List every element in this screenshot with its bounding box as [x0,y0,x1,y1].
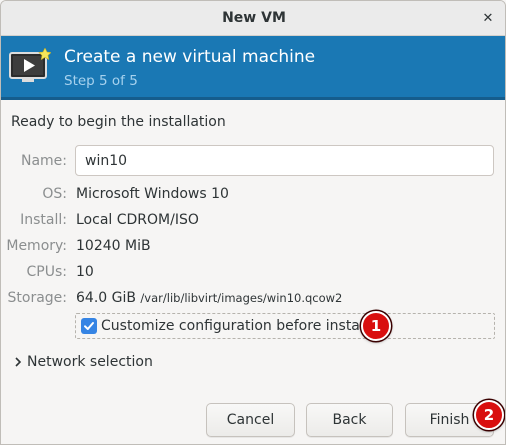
wizard-banner: Create a new virtual machine Step 5 of 5 [1,36,505,100]
ready-message: Ready to begin the installation [11,114,226,130]
cpus-label: CPUs: [26,264,67,280]
back-button[interactable]: Back [306,403,393,437]
checkbox-checked-icon[interactable] [81,318,97,334]
cpus-value: 10 [76,264,94,280]
customize-config-label: Customize configuration before install [101,318,368,334]
new-vm-dialog: New VM ✕ Create a new virtual machine St… [0,0,506,445]
install-value: Local CDROM/ISO [76,212,199,228]
customize-config-checkbox[interactable]: Customize configuration before install [75,313,495,339]
storage-size: 64.0 GiB [76,290,136,306]
virtual-machine-icon [9,48,51,82]
install-label: Install: [20,212,67,228]
titlebar: New VM ✕ [1,1,505,36]
wizard-step-indicator: Step 5 of 5 [64,73,138,89]
chevron-right-icon [15,357,22,367]
name-label: Name: [20,153,67,169]
storage-path: /var/lib/libvirt/images/win10.qcow2 [140,291,343,305]
network-selection-label: Network selection [27,354,153,370]
window-title: New VM [222,10,286,26]
network-selection-expander[interactable]: Network selection [13,354,153,370]
close-button[interactable]: ✕ [477,7,499,29]
annotation-marker-2: 2 [474,400,504,430]
vm-name-input[interactable] [75,145,494,176]
memory-value: 10240 MiB [76,238,151,254]
cancel-button[interactable]: Cancel [206,403,295,437]
os-value: Microsoft Windows 10 [76,186,229,202]
close-icon: ✕ [482,10,494,26]
storage-value: 64.0 GiB /var/lib/libvirt/images/win10.q… [76,290,342,306]
storage-label: Storage: [7,290,68,306]
memory-label: Memory: [6,238,67,254]
wizard-heading: Create a new virtual machine [64,47,316,67]
os-label: OS: [42,186,67,202]
annotation-marker-1: 1 [361,311,391,341]
